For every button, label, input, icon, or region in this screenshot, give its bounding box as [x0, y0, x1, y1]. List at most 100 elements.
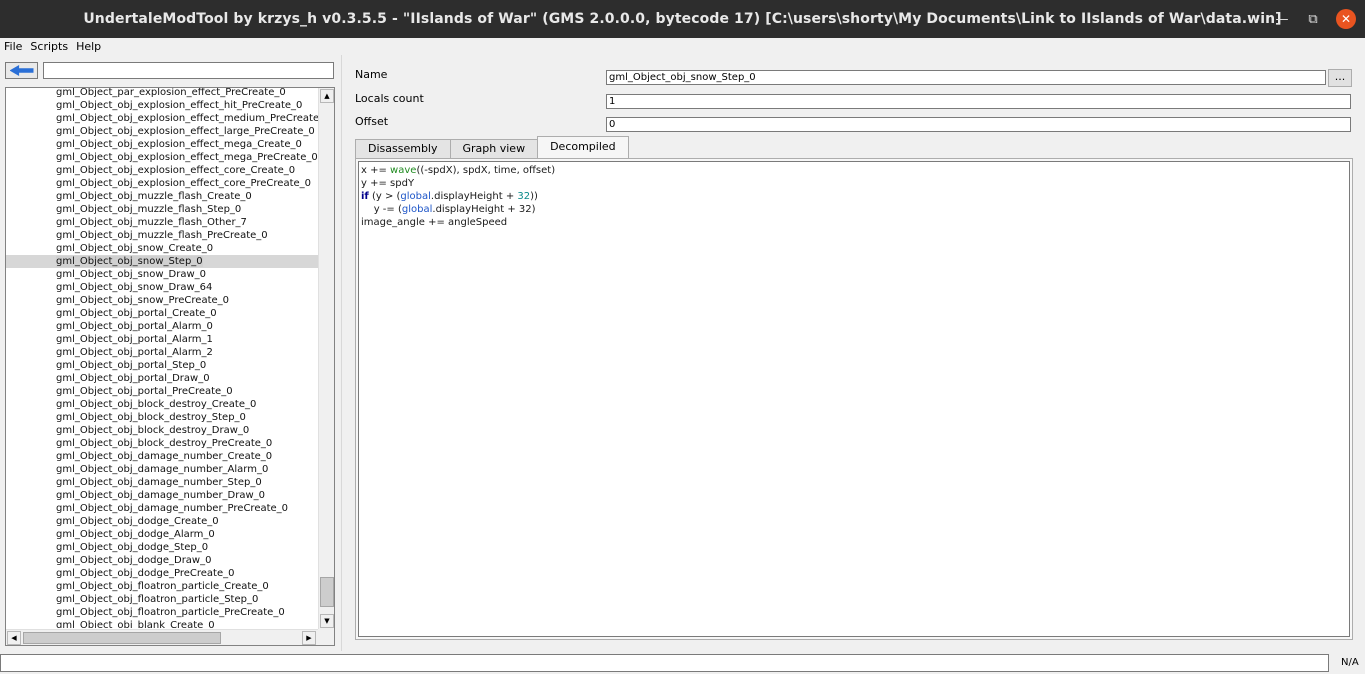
scroll-left-icon[interactable]: ◀ — [7, 631, 21, 645]
browse-button[interactable]: ... — [1328, 69, 1352, 87]
back-button[interactable] — [5, 62, 38, 79]
tree-item[interactable]: gml_Object_obj_blank_Create_0 — [6, 619, 318, 628]
code-editor-panel: Name gml_Object_obj_snow_Step_0 ... Loca… — [348, 55, 1365, 651]
resource-tree-list: gml_Object_par_explosion_effect_PreCreat… — [6, 87, 318, 628]
tree-item-label: gml_Object_obj_portal_Create_0 — [56, 308, 217, 319]
tree-item[interactable]: gml_Object_obj_explosion_effect_core_Cre… — [6, 164, 318, 177]
tree-item-label: gml_Object_obj_muzzle_flash_Step_0 — [56, 204, 242, 215]
tree-item[interactable]: gml_Object_obj_portal_Alarm_0 — [6, 320, 318, 333]
tree-item-label: gml_Object_obj_explosion_effect_core_Pre… — [56, 178, 312, 189]
minimize-icon[interactable]: — — [1272, 9, 1292, 29]
tree-item[interactable]: gml_Object_obj_snow_Draw_0 — [6, 268, 318, 281]
tree-item-label: gml_Object_obj_explosion_effect_mega_Pre… — [56, 152, 318, 163]
scroll-up-icon[interactable]: ▲ — [320, 89, 334, 103]
tree-item[interactable]: gml_Object_obj_portal_Draw_0 — [6, 372, 318, 385]
tree-item[interactable]: gml_Object_obj_dodge_Create_0 — [6, 515, 318, 528]
tree-item-label: gml_Object_obj_portal_Step_0 — [56, 360, 207, 371]
tree-item[interactable]: gml_Object_obj_floatron_particle_PreCrea… — [6, 606, 318, 619]
horizontal-scrollbar[interactable]: ◀ ▶ — [6, 629, 318, 645]
tree-item[interactable]: gml_Object_obj_muzzle_flash_Create_0 — [6, 190, 318, 203]
tree-item[interactable]: gml_Object_obj_snow_Draw_64 — [6, 281, 318, 294]
code-line-2: y += spdY — [361, 178, 415, 189]
tree-item-label: gml_Object_obj_floatron_particle_Create_… — [56, 581, 269, 592]
tree-item-label: gml_Object_obj_muzzle_flash_PreCreate_0 — [56, 230, 268, 241]
tree-item-label: gml_Object_obj_portal_Alarm_1 — [56, 334, 213, 345]
tree-item[interactable]: gml_Object_obj_muzzle_flash_Other_7 — [6, 216, 318, 229]
search-input[interactable] — [43, 62, 334, 79]
maximize-icon[interactable]: ⧉ — [1303, 9, 1323, 29]
tree-item[interactable]: gml_Object_obj_dodge_Step_0 — [6, 541, 318, 554]
tree-item-label: gml_Object_obj_dodge_Step_0 — [56, 542, 209, 553]
tree-item[interactable]: gml_Object_obj_floatron_particle_Create_… — [6, 580, 318, 593]
tree-item[interactable]: gml_Object_obj_explosion_effect_large_Pr… — [6, 125, 318, 138]
tree-item-label: gml_Object_obj_blank_Create_0 — [56, 620, 215, 628]
tree-item[interactable]: gml_Object_obj_floatron_particle_Step_0 — [6, 593, 318, 606]
locals-count-field[interactable]: 1 — [606, 94, 1351, 109]
tree-item[interactable]: gml_Object_par_explosion_effect_PreCreat… — [6, 87, 318, 99]
tree-item[interactable]: gml_Object_obj_block_destroy_Step_0 — [6, 411, 318, 424]
horizontal-scroll-thumb[interactable] — [23, 632, 221, 644]
tree-item[interactable]: gml_Object_obj_block_destroy_Create_0 — [6, 398, 318, 411]
tree-item[interactable]: gml_Object_obj_snow_Create_0 — [6, 242, 318, 255]
tab-graph-view[interactable]: Graph view — [449, 139, 539, 158]
vertical-scroll-thumb[interactable] — [320, 577, 334, 607]
tree-item[interactable]: gml_Object_obj_damage_number_PreCreate_0 — [6, 502, 318, 515]
tree-item[interactable]: gml_Object_obj_snow_PreCreate_0 — [6, 294, 318, 307]
tree-item-label: gml_Object_obj_muzzle_flash_Other_7 — [56, 217, 247, 228]
close-icon[interactable]: ✕ — [1336, 9, 1356, 29]
tree-item[interactable]: gml_Object_obj_explosion_effect_hit_PreC… — [6, 99, 318, 112]
offset-label: Offset — [355, 115, 389, 128]
tree-item[interactable]: gml_Object_obj_explosion_effect_medium_P… — [6, 112, 318, 125]
window-title: UndertaleModTool by krzys_h v0.3.5.5 - "… — [83, 11, 1282, 27]
tree-item[interactable]: gml_Object_obj_portal_Alarm_1 — [6, 333, 318, 346]
tree-item[interactable]: gml_Object_obj_dodge_PreCreate_0 — [6, 567, 318, 580]
tree-item-label: gml_Object_obj_portal_Alarm_2 — [56, 347, 213, 358]
menu-help[interactable]: Help — [72, 40, 105, 53]
tree-item-label: gml_Object_obj_muzzle_flash_Create_0 — [56, 191, 252, 202]
tree-item-label: gml_Object_obj_explosion_effect_large_Pr… — [56, 126, 315, 137]
tree-item[interactable]: gml_Object_obj_block_destroy_Draw_0 — [6, 424, 318, 437]
tree-item-label: gml_Object_obj_explosion_effect_hit_PreC… — [56, 100, 303, 111]
tree-item[interactable]: gml_Object_obj_muzzle_flash_Step_0 — [6, 203, 318, 216]
panel-splitter[interactable] — [341, 55, 348, 651]
tree-item[interactable]: gml_Object_obj_snow_Step_0 — [6, 255, 318, 268]
tree-item-label: gml_Object_par_explosion_effect_PreCreat… — [56, 87, 286, 98]
tab-disassembly[interactable]: Disassembly — [355, 139, 451, 158]
tree-item[interactable]: gml_Object_obj_portal_PreCreate_0 — [6, 385, 318, 398]
status-field[interactable] — [0, 654, 1329, 672]
tree-item-label: gml_Object_obj_damage_number_Create_0 — [56, 451, 273, 462]
tree-item[interactable]: gml_Object_obj_damage_number_Create_0 — [6, 450, 318, 463]
offset-field[interactable]: 0 — [606, 117, 1351, 132]
code-line-3: if (y > (global.displayHeight + 32)) — [361, 191, 538, 202]
tree-item[interactable]: gml_Object_obj_muzzle_flash_PreCreate_0 — [6, 229, 318, 242]
name-field[interactable]: gml_Object_obj_snow_Step_0 — [606, 70, 1326, 85]
tree-item[interactable]: gml_Object_obj_dodge_Draw_0 — [6, 554, 318, 567]
vertical-scrollbar[interactable]: ▲ ▼ — [318, 88, 334, 629]
scroll-down-icon[interactable]: ▼ — [320, 614, 334, 628]
code-line-5: image_angle += angleSpeed — [361, 217, 508, 228]
scroll-right-icon[interactable]: ▶ — [302, 631, 316, 645]
tree-item-label: gml_Object_obj_damage_number_Draw_0 — [56, 490, 266, 501]
resource-tree: gml_Object_par_explosion_effect_PreCreat… — [5, 87, 335, 646]
tree-item-label: gml_Object_obj_block_destroy_Create_0 — [56, 399, 257, 410]
code-line-4: y -= (global.displayHeight + 32) — [361, 204, 536, 215]
tree-item-label: gml_Object_obj_portal_PreCreate_0 — [56, 386, 233, 397]
tree-item[interactable]: gml_Object_obj_block_destroy_PreCreate_0 — [6, 437, 318, 450]
code-textbox[interactable]: x += wave((-spdX), spdX, time, offset) y… — [358, 161, 1350, 637]
tree-item-label: gml_Object_obj_explosion_effect_core_Cre… — [56, 165, 296, 176]
tree-item[interactable]: gml_Object_obj_portal_Alarm_2 — [6, 346, 318, 359]
tree-item[interactable]: gml_Object_obj_dodge_Alarm_0 — [6, 528, 318, 541]
menu-file[interactable]: File — [0, 40, 26, 53]
menu-scripts[interactable]: Scripts — [26, 40, 72, 53]
tab-decompiled[interactable]: Decompiled — [537, 136, 629, 158]
tree-item[interactable]: gml_Object_obj_explosion_effect_mega_Cre… — [6, 138, 318, 151]
tree-item[interactable]: gml_Object_obj_portal_Step_0 — [6, 359, 318, 372]
tree-item[interactable]: gml_Object_obj_damage_number_Alarm_0 — [6, 463, 318, 476]
tree-item[interactable]: gml_Object_obj_damage_number_Step_0 — [6, 476, 318, 489]
title-bar: UndertaleModTool by krzys_h v0.3.5.5 - "… — [0, 0, 1365, 38]
tree-item[interactable]: gml_Object_obj_explosion_effect_core_Pre… — [6, 177, 318, 190]
tree-item[interactable]: gml_Object_obj_damage_number_Draw_0 — [6, 489, 318, 502]
tree-item[interactable]: gml_Object_obj_portal_Create_0 — [6, 307, 318, 320]
tree-item-label: gml_Object_obj_block_destroy_Step_0 — [56, 412, 246, 423]
tree-item[interactable]: gml_Object_obj_explosion_effect_mega_Pre… — [6, 151, 318, 164]
